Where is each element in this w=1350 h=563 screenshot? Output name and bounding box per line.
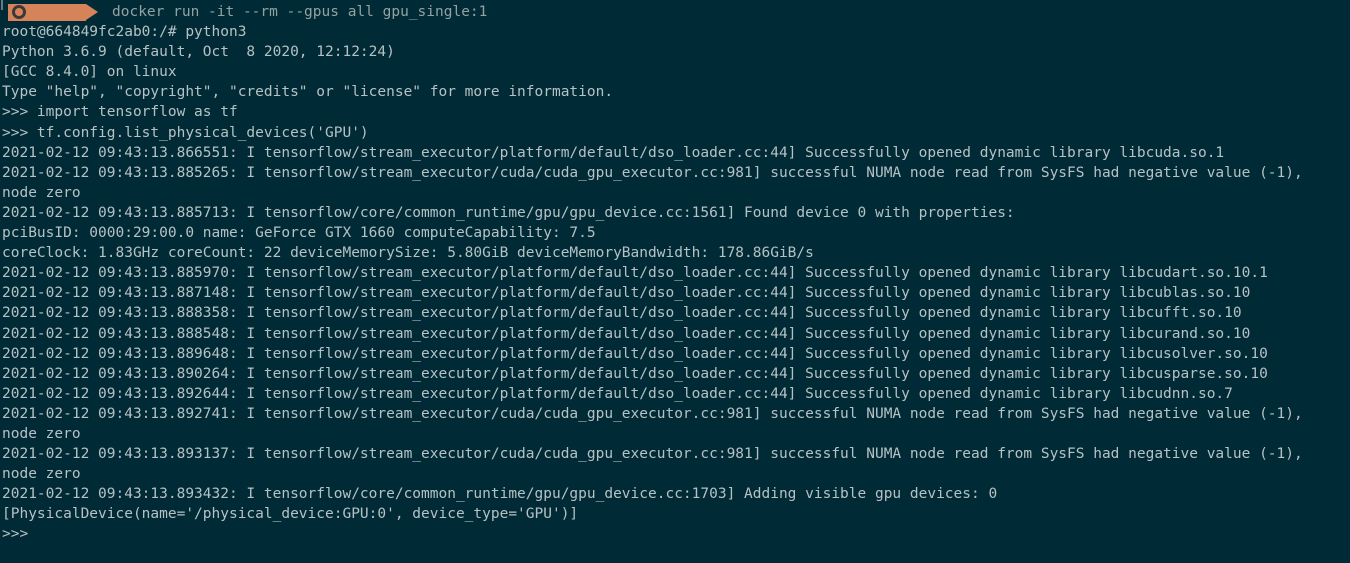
terminal-line: node zero	[2, 184, 81, 201]
terminal-line: pciBusID: 0000:29:00.0 name: GeForce GTX…	[2, 225, 596, 242]
terminal-line: 2021-02-12 09:43:13.885970: I tensorflow…	[2, 265, 1268, 282]
terminal-line: 2021-02-12 09:43:13.889648: I tensorflow…	[2, 345, 1268, 362]
terminal-line: 2021-02-12 09:43:13.893432: I tensorflow…	[2, 486, 998, 503]
terminal-line: [GCC 8.4.0] on linux	[2, 64, 177, 81]
terminal-line: node zero	[2, 425, 81, 442]
terminal-line: >>> import tensorflow as tf	[2, 104, 238, 121]
terminal-line: 2021-02-12 09:43:13.885713: I tensorflow…	[2, 204, 1015, 221]
terminal-line: 2021-02-12 09:43:13.888548: I tensorflow…	[2, 325, 1251, 342]
os-icon	[12, 5, 26, 20]
terminal-line: coreClock: 1.83GHz coreCount: 22 deviceM…	[2, 245, 814, 262]
scroll-indicator	[1, 0, 3, 10]
terminal-line: 2021-02-12 09:43:13.885265: I tensorflow…	[2, 164, 1303, 181]
terminal-line: Python 3.6.9 (default, Oct 8 2020, 12:12…	[2, 44, 395, 61]
docker-command: docker run -it --rm --gpus all gpu_singl…	[112, 4, 488, 20]
terminal-line: 2021-02-12 09:43:13.892644: I tensorflow…	[2, 385, 1233, 402]
terminal-line: 2021-02-12 09:43:13.892741: I tensorflow…	[2, 405, 1303, 422]
terminal-line: [PhysicalDevice(name='/physical_device:G…	[2, 506, 579, 523]
prompt-segment	[8, 3, 98, 21]
terminal-line: Type "help", "copyright", "credits" or "…	[2, 84, 614, 101]
terminal-line: >>> tf.config.list_physical_devices('GPU…	[2, 124, 369, 141]
shell-prompt-line: docker run -it --rm --gpus all gpu_singl…	[2, 2, 1350, 22]
terminal-line: 2021-02-12 09:43:13.888358: I tensorflow…	[2, 305, 1242, 322]
terminal-window[interactable]: docker run -it --rm --gpus all gpu_singl…	[0, 0, 1350, 563]
terminal-line: 2021-02-12 09:43:13.893137: I tensorflow…	[2, 446, 1303, 463]
terminal-line: root@664849fc2ab0:/# python3	[2, 24, 247, 41]
terminal-input-prompt[interactable]: >>>	[2, 524, 1350, 544]
terminal-line: 2021-02-12 09:43:13.887148: I tensorflow…	[2, 285, 1251, 302]
terminal-line: 2021-02-12 09:43:13.866551: I tensorflow…	[2, 144, 1225, 161]
terminal-line: node zero	[2, 466, 81, 483]
terminal-line: 2021-02-12 09:43:13.890264: I tensorflow…	[2, 365, 1268, 382]
